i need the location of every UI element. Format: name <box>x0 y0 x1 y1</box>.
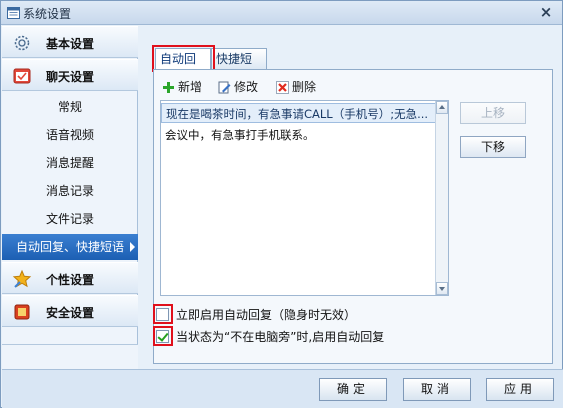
list-scrollbar[interactable] <box>435 101 448 295</box>
sidebar-item-message-alert[interactable]: 消息提醒 <box>2 150 138 176</box>
window-icon <box>7 7 20 19</box>
sidebar-item-message-history[interactable]: 消息记录 <box>2 178 138 204</box>
title-bar[interactable]: 系统设置 × <box>1 1 562 25</box>
sidebar-category-security[interactable]: 安全设置 <box>2 295 138 327</box>
edit-button[interactable]: 修改 <box>218 78 268 96</box>
settings-sidebar: 基本设置 聊天设置 常规 语音视频 消息提醒 消息记录 文件记录 自动回复、快捷… <box>2 26 138 369</box>
add-label: 新增 <box>178 80 203 94</box>
sidebar-category-label: 基本设置 <box>46 37 95 51</box>
add-button[interactable]: 新增 <box>162 78 210 96</box>
auto-reply-content: 新增 修改 删除 现在是喝茶时间，有急事请CALL（手机号）;无急... 会议中… <box>153 69 553 364</box>
list-item[interactable]: 现在是喝茶时间，有急事请CALL（手机号）;无急... <box>161 103 436 123</box>
scroll-up-button[interactable] <box>436 101 448 114</box>
settings-window: 系统设置 × 基本设置 聊天设置 常规 语音视频 消息提醒 消息记录 文件记录 … <box>0 0 563 408</box>
edit-icon <box>218 81 231 94</box>
auto-reply-panel: 自动回复 快捷短语 新增 修改 <box>139 26 562 369</box>
sidebar-item-voice-video[interactable]: 语音视频 <box>2 122 138 148</box>
edit-label: 修改 <box>234 80 259 94</box>
sidebar-category-label: 安全设置 <box>46 306 95 320</box>
away-label: 当状态为“不在电脑旁”时,启用自动回复 <box>176 330 385 344</box>
cancel-button[interactable]: 取消 <box>403 378 471 401</box>
tab-auto-reply[interactable]: 自动回复 <box>155 48 211 86</box>
delete-icon <box>276 81 289 94</box>
chevron-down-icon <box>439 287 445 291</box>
chevron-up-icon <box>439 105 445 109</box>
move-down-button[interactable]: 下移 <box>460 136 526 158</box>
list-item[interactable]: 会议中，有急事打手机联系。 <box>161 125 436 145</box>
sidebar-category-label: 聊天设置 <box>46 70 95 84</box>
sidebar-item-general[interactable]: 常规 <box>2 94 138 120</box>
enable-now-label: 立即启用自动回复（隐身时无效） <box>176 308 357 322</box>
gear-icon <box>14 35 30 51</box>
tab-quick-phrases[interactable]: 快捷短语 <box>211 48 267 86</box>
sidebar-category-label: 个性设置 <box>46 273 95 287</box>
plus-icon <box>163 82 174 93</box>
shield-icon <box>14 304 30 320</box>
sidebar-category-chat[interactable]: 聊天设置 <box>2 59 138 91</box>
sidebar-bottom <box>2 344 138 369</box>
window-title: 系统设置 <box>23 7 72 21</box>
away-checkbox[interactable] <box>156 330 169 343</box>
sidebar-item-file-history[interactable]: 文件记录 <box>2 206 138 232</box>
enable-now-option[interactable]: 立即启用自动回复（隐身时无效） <box>156 306 416 324</box>
away-option[interactable]: 当状态为“不在电脑旁”时,启用自动回复 <box>156 328 416 346</box>
move-up-button[interactable]: 上移 <box>460 102 526 124</box>
scroll-down-button[interactable] <box>436 282 448 295</box>
chat-icon <box>13 68 31 84</box>
sidebar-category-basic[interactable]: 基本设置 <box>2 26 138 58</box>
close-button[interactable]: × <box>538 3 554 21</box>
sidebar-item-auto-reply[interactable]: 自动回复、快捷短语 <box>2 234 138 260</box>
star-icon <box>12 269 32 288</box>
delete-button[interactable]: 删除 <box>276 78 326 96</box>
enable-now-checkbox[interactable] <box>156 308 169 321</box>
apply-button[interactable]: 应用 <box>486 378 554 401</box>
sidebar-category-personal[interactable]: 个性设置 <box>2 262 138 294</box>
dialog-footer: 确定 取消 应用 <box>2 369 563 408</box>
reply-list[interactable]: 现在是喝茶时间，有急事请CALL（手机号）;无急... 会议中，有急事打手机联系… <box>160 100 449 296</box>
ok-button[interactable]: 确定 <box>319 378 387 401</box>
delete-label: 删除 <box>292 80 317 94</box>
